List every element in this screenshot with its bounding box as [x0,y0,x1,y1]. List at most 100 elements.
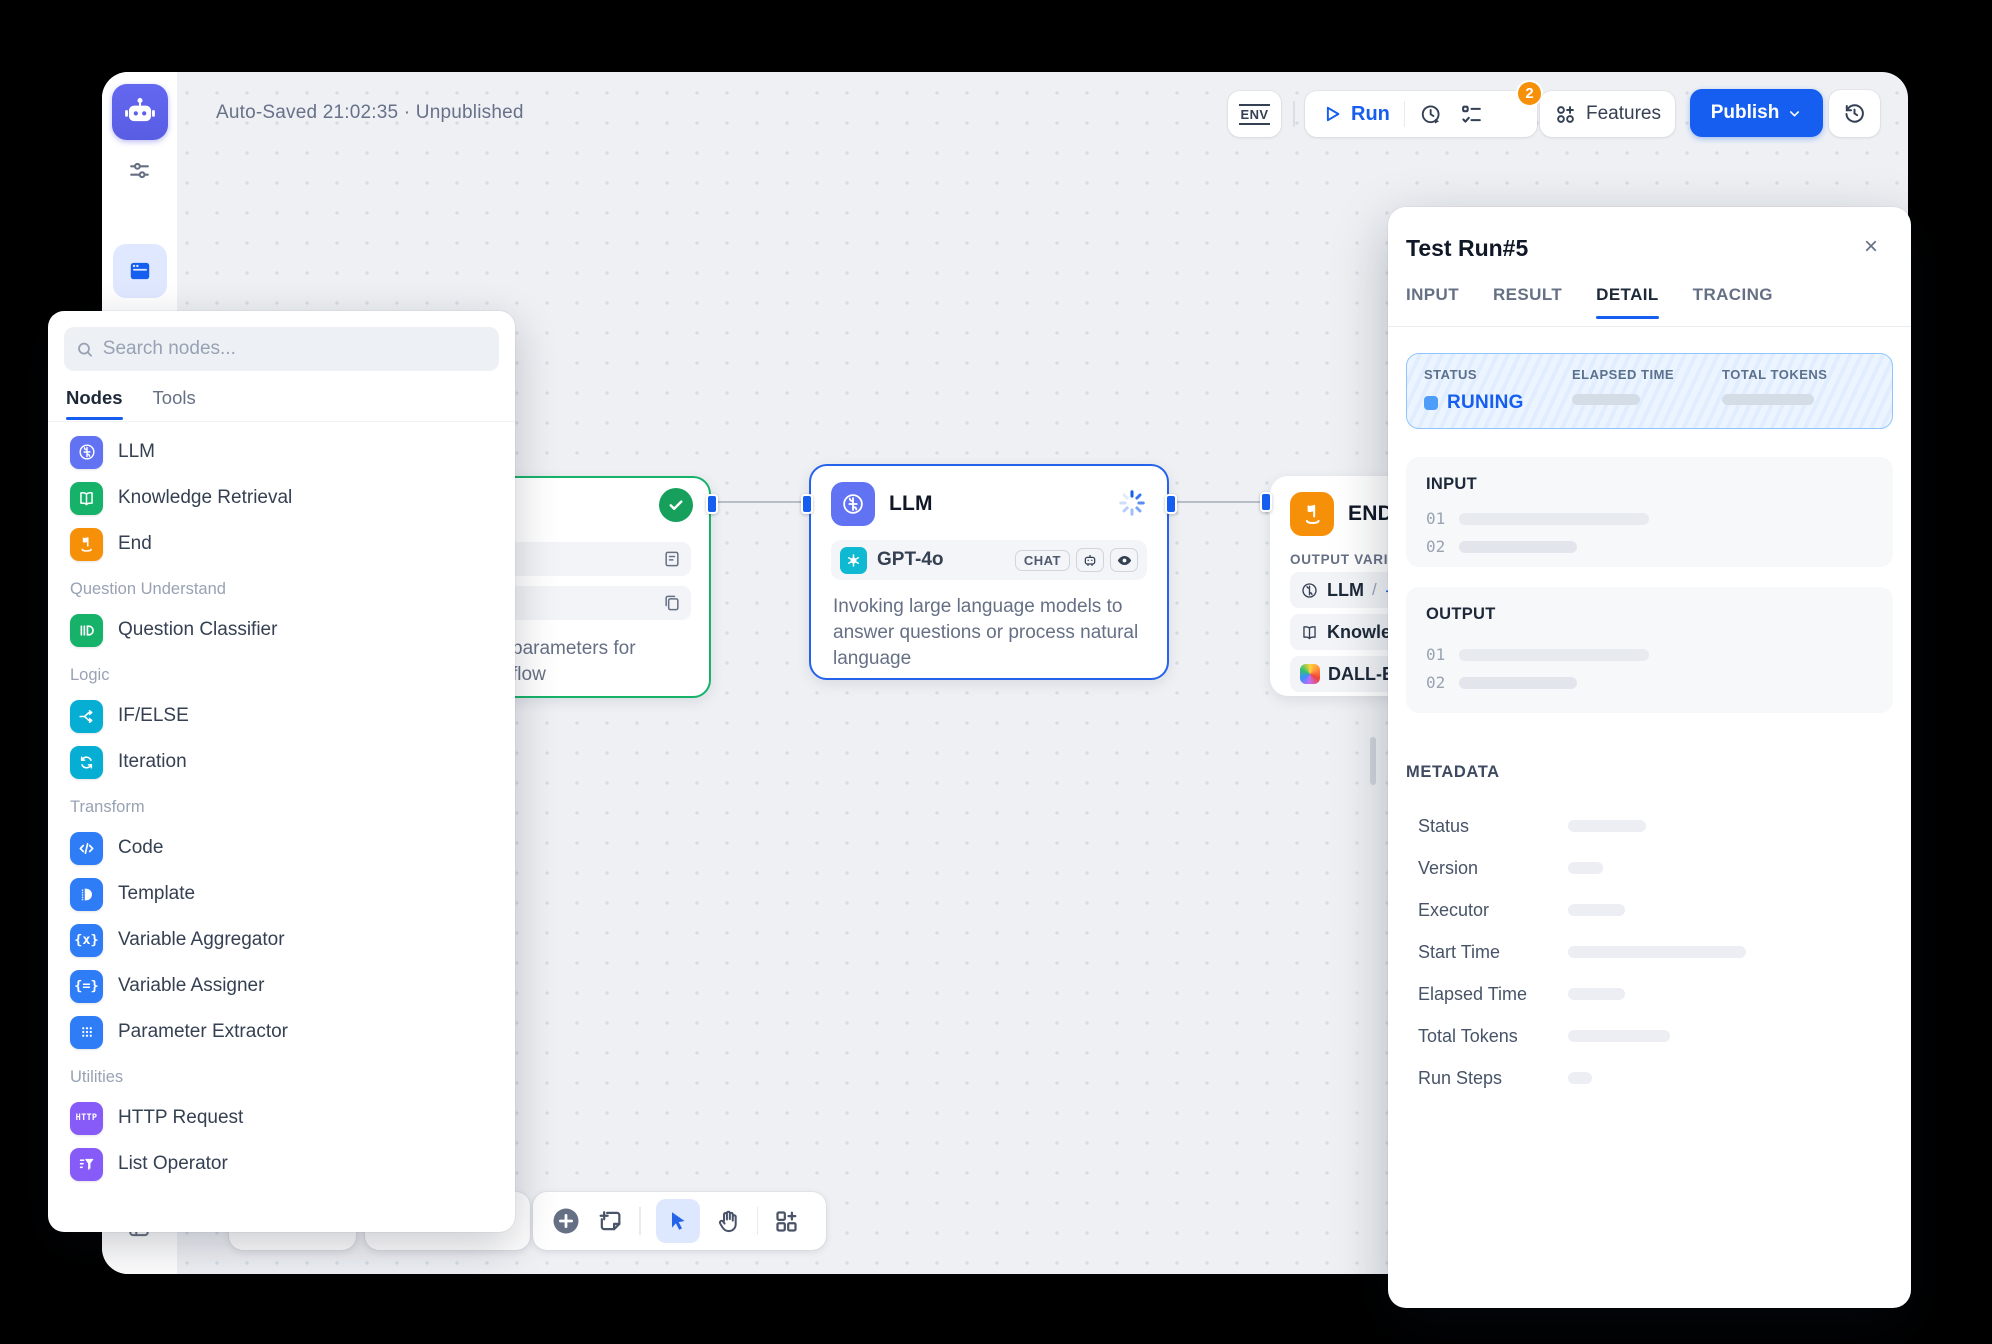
add-note-button[interactable] [596,1207,624,1235]
chat-mode-badge: CHAT [1015,550,1070,571]
organize-nodes-button[interactable] [773,1208,800,1235]
output-handle[interactable] [706,494,718,514]
play-icon[interactable] [1321,103,1343,125]
meta-label: Run Steps [1418,1068,1568,1089]
publish-button[interactable]: Publish [1690,89,1823,137]
panel-resize-handle[interactable] [1370,737,1376,785]
node-item-knowledge-retrieval[interactable]: Knowledge Retrieval [62,475,505,521]
line-number: 02 [1426,537,1445,556]
run-button[interactable]: Run [1351,103,1390,126]
agent-icon[interactable] [1076,548,1104,572]
running-dot-icon [1424,396,1438,410]
branch-icon [70,700,103,733]
tab-tracing[interactable]: TRACING [1693,285,1773,319]
node-item-template[interactable]: Template [62,871,505,917]
toolbar-divider [757,1207,759,1235]
grid-dots-icon [70,1016,103,1049]
group-title-transform: Transform [70,798,505,820]
output-title: OUTPUT [1426,605,1496,624]
book-icon [70,482,103,515]
llm-node[interactable]: LLM GPT-4o CHAT [809,464,1169,680]
openai-icon [840,547,867,574]
tab-detail[interactable]: DETAIL [1596,285,1659,319]
hand-mode-button[interactable] [715,1208,742,1235]
output-handle[interactable] [1165,494,1177,514]
run-button-group: Run 2 [1305,91,1537,137]
success-check-icon [659,488,693,522]
tab-input[interactable]: INPUT [1406,285,1459,319]
skeleton-bar [1568,820,1646,832]
autosave-status: Auto-Saved 21:02:35 · Unpublished [216,102,524,124]
classifier-icon [70,614,103,647]
model-selector[interactable]: GPT-4o CHAT [831,540,1147,580]
skeleton-bar [1459,513,1649,525]
line-number: 02 [1426,673,1445,692]
skeleton-bar [1459,677,1577,689]
skeleton-bar [1568,904,1625,916]
node-item-variable-assigner[interactable]: {=} Variable Assigner [62,963,505,1009]
toolbar-divider [639,1207,641,1235]
tab-tools[interactable]: Tools [153,387,196,420]
settings-sliders-icon[interactable] [127,158,152,183]
skeleton-bar [1568,1030,1670,1042]
palette-tabs: Nodes Tools [66,387,196,420]
group-divider [1404,101,1406,127]
llm-icon [831,482,875,526]
pointer-mode-button[interactable] [656,1199,700,1243]
node-item-iteration[interactable]: Iteration [62,739,505,785]
checklist-icon[interactable] [1459,102,1484,127]
llm-icon [1300,581,1319,600]
total-tokens-label: TOTAL TOKENS [1722,367,1827,382]
node-item-code[interactable]: Code [62,825,505,871]
node-item-variable-aggregator[interactable]: {x} Variable Aggregator [62,917,505,963]
loading-spinner-icon [1117,488,1147,518]
elapsed-time-label: ELAPSED TIME [1572,367,1722,382]
meta-label: Start Time [1418,942,1568,963]
tab-nodes[interactable]: Nodes [66,387,123,420]
vision-eye-icon[interactable] [1110,548,1138,572]
tab-result[interactable]: RESULT [1493,285,1562,319]
skeleton-bar [1568,946,1746,958]
tabs-divider [48,421,515,422]
node-item-list-operator[interactable]: List Operator [62,1141,505,1187]
node-item-llm[interactable]: LLM [62,429,505,475]
node-item-http-request[interactable]: HTTP HTTP Request [62,1095,505,1141]
end-node-title: END [1348,502,1393,526]
edge-llm-end [1169,501,1270,503]
line-number: 01 [1426,645,1445,664]
output-card: OUTPUT 01 02 [1406,587,1893,713]
search-input[interactable] [103,338,487,360]
search-icon [76,340,94,359]
node-item-end[interactable]: End [62,521,505,567]
header-divider [1293,101,1295,127]
node-item-parameter-extractor[interactable]: Parameter Extractor [62,1009,505,1055]
chevron-down-icon [1787,106,1802,121]
run-history-clock-icon[interactable] [1419,102,1444,127]
loop-icon [70,746,103,779]
input-handle[interactable] [1260,492,1272,512]
skeleton-bar [1568,862,1603,874]
env-button[interactable]: ENV [1228,91,1281,137]
screen: parameters for flow LLM [0,0,1992,1344]
env-icon: ENV [1239,104,1271,125]
node-palette-button[interactable] [113,244,167,298]
app-robot-icon[interactable] [112,84,168,140]
node-item-if-else[interactable]: IF/ELSE [62,693,505,739]
features-label: Features [1586,103,1661,125]
llm-node-title: LLM [889,492,933,516]
dall-e-icon [1300,664,1320,684]
group-title-logic: Logic [70,666,505,688]
version-history-button[interactable] [1829,90,1880,137]
edge-start-llm [711,501,809,503]
features-button[interactable]: Features [1540,91,1675,137]
close-icon[interactable]: × [1857,233,1885,261]
status-value: RUNING [1447,392,1524,414]
add-node-button[interactable] [551,1206,581,1236]
input-handle[interactable] [801,494,813,514]
node-item-question-classifier[interactable]: Question Classifier [62,607,505,653]
start-node-description: parameters for flow [512,636,636,688]
input-card: INPUT 01 02 [1406,457,1893,567]
features-apps-icon [1554,103,1577,126]
input-title: INPUT [1426,475,1477,494]
meta-label: Executor [1418,900,1568,921]
